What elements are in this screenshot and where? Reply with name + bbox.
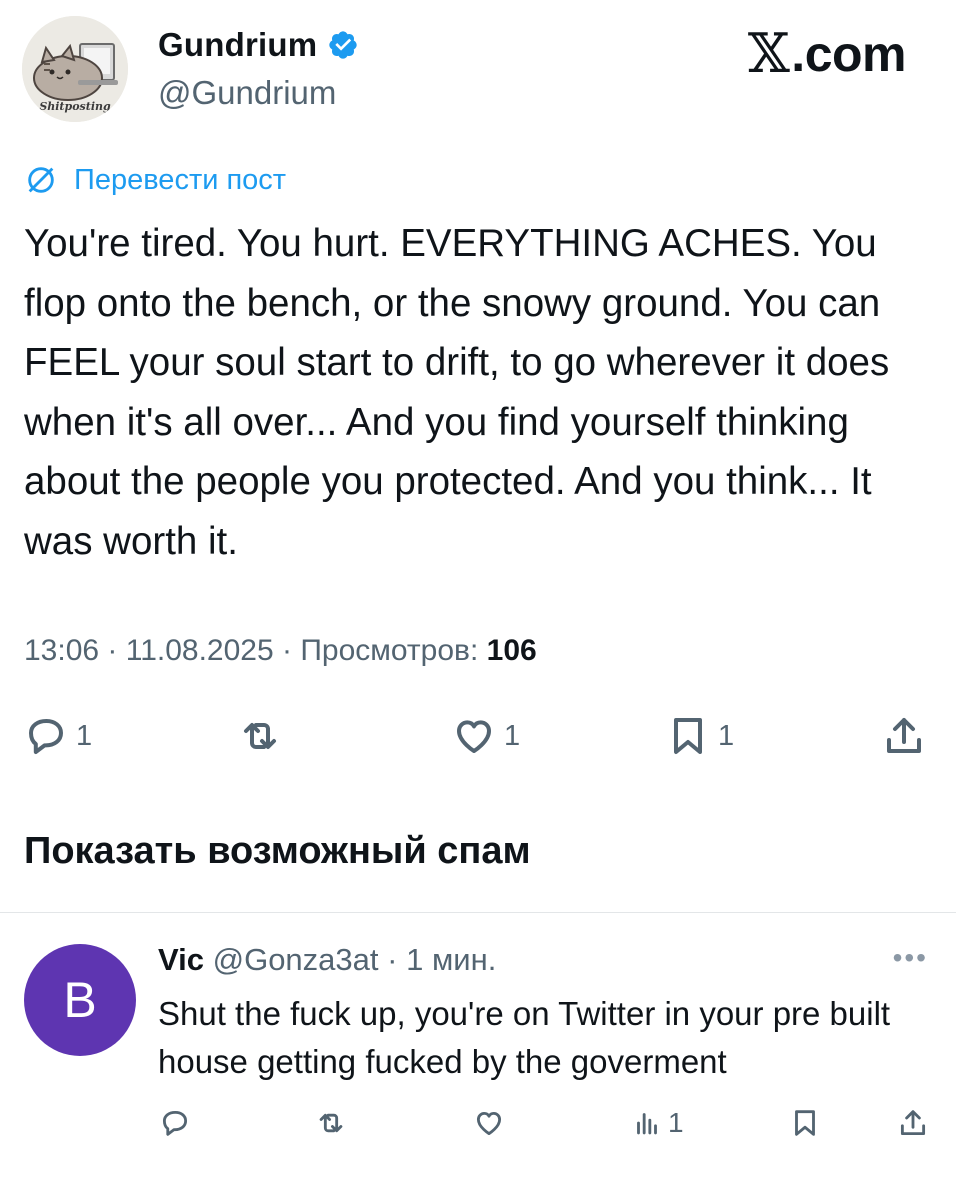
like-count: 1 bbox=[504, 719, 521, 752]
like-button[interactable]: 1 bbox=[450, 712, 520, 760]
reply-reply-button[interactable] bbox=[158, 1106, 192, 1140]
x-com-label: .com bbox=[791, 25, 906, 82]
reply-author-handle[interactable]: @Gonza3at bbox=[213, 942, 379, 977]
author-name-text: Gundrium bbox=[158, 26, 318, 63]
reply-repost-button[interactable] bbox=[314, 1106, 348, 1140]
share-upload-icon bbox=[887, 718, 921, 753]
reply-share-button[interactable] bbox=[896, 1106, 930, 1140]
avatar-caption: Shitposting bbox=[39, 100, 111, 113]
reply-avatar-letter: B bbox=[63, 972, 97, 1028]
reply-time[interactable]: 1 мин. bbox=[406, 942, 496, 977]
reply-bubble-icon bbox=[162, 1110, 188, 1136]
reply-count: 1 bbox=[76, 719, 93, 752]
heart-icon bbox=[457, 720, 491, 753]
reply-header: Vic @Gonza3at · 1 мин. bbox=[158, 942, 497, 977]
reply-bookmark-button[interactable] bbox=[788, 1106, 822, 1140]
reply-bubble-icon bbox=[29, 719, 63, 754]
post-meta: 13:06 · 11.08.2025 · Просмотров: 106 bbox=[24, 634, 537, 667]
reply-views-button[interactable]: 1 bbox=[630, 1106, 684, 1140]
reply-like-button[interactable] bbox=[472, 1106, 506, 1140]
post-text: You're tired. You hurt. EVERYTHING ACHES… bbox=[24, 222, 890, 563]
post-actions: 1 1 1 bbox=[0, 712, 956, 772]
x-com-watermark: 𝕏 .com bbox=[747, 22, 907, 85]
bookmark-count: 1 bbox=[718, 719, 735, 752]
reply-author-name[interactable]: Vic bbox=[158, 942, 204, 977]
translate-post-link[interactable]: Перевести пост bbox=[24, 163, 286, 197]
repost-button[interactable] bbox=[236, 712, 284, 760]
views-bar-chart-icon bbox=[637, 1113, 657, 1135]
repost-arrows-icon bbox=[319, 1113, 343, 1133]
reply-button[interactable]: 1 bbox=[22, 712, 92, 760]
views-count: 106 bbox=[486, 634, 537, 667]
share-button[interactable] bbox=[880, 712, 928, 760]
translate-post-label: Перевести пост bbox=[74, 163, 287, 196]
bookmark-icon bbox=[795, 1110, 815, 1136]
reply-actions: 1 bbox=[0, 1106, 956, 1150]
heart-icon bbox=[476, 1111, 502, 1136]
post-date[interactable]: 11.08.2025 bbox=[126, 634, 274, 667]
post-time[interactable]: 13:06 bbox=[24, 634, 99, 667]
more-options-icon[interactable]: ••• bbox=[893, 942, 928, 974]
reply-text: Shut the fuck up, you're on Twitter in y… bbox=[158, 995, 891, 1080]
show-possible-spam-button[interactable]: Показать возможный спам bbox=[24, 830, 531, 873]
bookmark-icon bbox=[674, 718, 702, 754]
x-logo-icon: 𝕏 bbox=[747, 22, 790, 85]
author-avatar[interactable]: Shitposting bbox=[22, 16, 128, 122]
author-name[interactable]: Gundrium bbox=[158, 26, 359, 64]
divider bbox=[0, 912, 956, 913]
share-upload-icon bbox=[900, 1110, 926, 1136]
reply-avatar[interactable]: B bbox=[24, 944, 136, 1056]
verified-badge-icon bbox=[329, 31, 357, 59]
author-handle[interactable]: @Gundrium bbox=[158, 74, 336, 112]
reply-views-count: 1 bbox=[668, 1107, 684, 1138]
views-label: Просмотров: bbox=[300, 634, 479, 667]
bookmark-button[interactable]: 1 bbox=[664, 712, 734, 760]
repost-arrows-icon bbox=[244, 723, 276, 749]
translate-globe-icon bbox=[28, 167, 54, 193]
